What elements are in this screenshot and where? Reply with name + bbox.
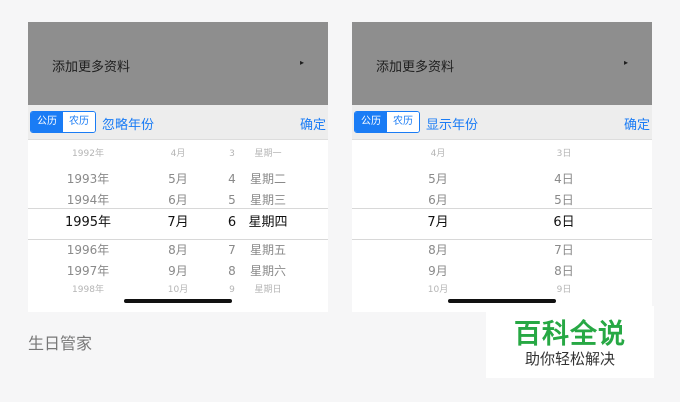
date-picker-wheel[interactable]: 4月 5月 6月 7月 8月 9月 10月 3日 4日 5日 6日 7日 8日 … bbox=[352, 140, 652, 312]
picker-cell[interactable]: 星期六 bbox=[242, 261, 294, 281]
add-more-info-row[interactable]: 添加更多资料 ▸ bbox=[28, 22, 328, 105]
picker-cell-selected[interactable]: 1995年 bbox=[53, 213, 123, 233]
picker-cell[interactable]: 星期日 bbox=[242, 284, 294, 295]
picker-cell[interactable]: 3日 bbox=[542, 148, 586, 160]
solar-calendar-button[interactable]: 公历 bbox=[31, 112, 63, 132]
lunar-calendar-button[interactable]: 农历 bbox=[387, 112, 419, 132]
picker-cell[interactable]: 10月 bbox=[156, 284, 200, 295]
phone-screen-left: 添加更多资料 ▸ 公历 农历 忽略年份 确定 1992年 1993年 1994年… bbox=[28, 22, 328, 312]
picker-cell[interactable]: 1997年 bbox=[53, 261, 123, 281]
picker-cell[interactable]: 4月 bbox=[156, 148, 200, 160]
picker-cell[interactable]: 10月 bbox=[416, 284, 460, 295]
picker-cell[interactable]: 4 bbox=[224, 169, 240, 189]
picker-cell-selected[interactable]: 6 bbox=[224, 213, 240, 233]
picker-cell[interactable]: 1993年 bbox=[53, 169, 123, 189]
picker-cell[interactable]: 9日 bbox=[542, 284, 586, 295]
picker-cell[interactable]: 8月 bbox=[156, 240, 200, 260]
picker-cell[interactable]: 5月 bbox=[156, 169, 200, 189]
picker-cell[interactable]: 1994年 bbox=[53, 190, 123, 210]
confirm-button[interactable]: 确定 bbox=[624, 114, 650, 133]
picker-cell[interactable]: 星期二 bbox=[242, 169, 294, 189]
add-more-info-label: 添加更多资料 bbox=[376, 60, 455, 75]
ignore-year-button[interactable]: 忽略年份 bbox=[102, 114, 154, 133]
picker-cell[interactable]: 7 bbox=[224, 240, 240, 260]
picker-cell[interactable]: 1996年 bbox=[53, 240, 123, 260]
calendar-segmented-control: 公历 农历 bbox=[354, 111, 420, 133]
picker-cell[interactable]: 5 bbox=[224, 190, 240, 210]
picker-cell-selected[interactable]: 7月 bbox=[156, 213, 200, 233]
selection-indicator bbox=[352, 208, 652, 240]
watermark-logo: 百科全说 助你轻松解决 bbox=[486, 306, 654, 378]
picker-cell[interactable]: 4月 bbox=[416, 148, 460, 160]
confirm-button[interactable]: 确定 bbox=[300, 114, 326, 133]
solar-calendar-button[interactable]: 公历 bbox=[355, 112, 387, 132]
chevron-right-icon: ▸ bbox=[623, 58, 628, 67]
calendar-segmented-control: 公历 农历 bbox=[30, 111, 96, 133]
picker-cell[interactable]: 6月 bbox=[416, 190, 460, 210]
picker-toolbar: 公历 农历 显示年份 确定 bbox=[352, 105, 652, 140]
picker-cell[interactable]: 8月 bbox=[416, 240, 460, 260]
picker-cell[interactable]: 9月 bbox=[156, 261, 200, 281]
picker-toolbar: 公历 农历 忽略年份 确定 bbox=[28, 105, 328, 140]
lunar-calendar-button[interactable]: 农历 bbox=[63, 112, 95, 132]
caption-app-name: 生日管家 bbox=[28, 334, 93, 353]
show-year-button[interactable]: 显示年份 bbox=[426, 114, 478, 133]
picker-cell-selected[interactable]: 7月 bbox=[416, 213, 460, 233]
picker-cell[interactable]: 8 bbox=[224, 261, 240, 281]
add-more-info-label: 添加更多资料 bbox=[52, 60, 131, 75]
picker-cell[interactable]: 3 bbox=[224, 148, 240, 160]
picker-cell[interactable]: 5月 bbox=[416, 169, 460, 189]
picker-cell[interactable]: 7日 bbox=[542, 240, 586, 260]
picker-cell[interactable]: 6月 bbox=[156, 190, 200, 210]
picker-cell[interactable]: 8日 bbox=[542, 261, 586, 281]
picker-cell-selected[interactable]: 星期四 bbox=[242, 213, 294, 233]
phone-screen-right: 添加更多资料 ▸ 公历 农历 显示年份 确定 4月 5月 6月 7月 8月 9月… bbox=[352, 22, 652, 312]
home-indicator[interactable] bbox=[124, 299, 232, 303]
picker-cell[interactable]: 4日 bbox=[542, 169, 586, 189]
picker-cell[interactable]: 星期五 bbox=[242, 240, 294, 260]
picker-cell[interactable]: 星期一 bbox=[242, 148, 294, 160]
picker-cell[interactable]: 9 bbox=[224, 284, 240, 295]
chevron-right-icon: ▸ bbox=[299, 58, 304, 67]
date-picker-wheel[interactable]: 1992年 1993年 1994年 1995年 1996年 1997年 1998… bbox=[28, 140, 328, 312]
picker-cell[interactable]: 星期三 bbox=[242, 190, 294, 210]
add-more-info-row[interactable]: 添加更多资料 ▸ bbox=[352, 22, 652, 105]
picker-cell-selected[interactable]: 6日 bbox=[542, 213, 586, 233]
picker-cell[interactable]: 1992年 bbox=[53, 148, 123, 160]
picker-cell[interactable]: 9月 bbox=[416, 261, 460, 281]
picker-cell[interactable]: 5日 bbox=[542, 190, 586, 210]
watermark-slogan: 助你轻松解决 bbox=[524, 350, 615, 368]
watermark-title: 百科全说 bbox=[514, 319, 626, 350]
picker-cell[interactable]: 1998年 bbox=[53, 284, 123, 295]
home-indicator[interactable] bbox=[448, 299, 556, 303]
